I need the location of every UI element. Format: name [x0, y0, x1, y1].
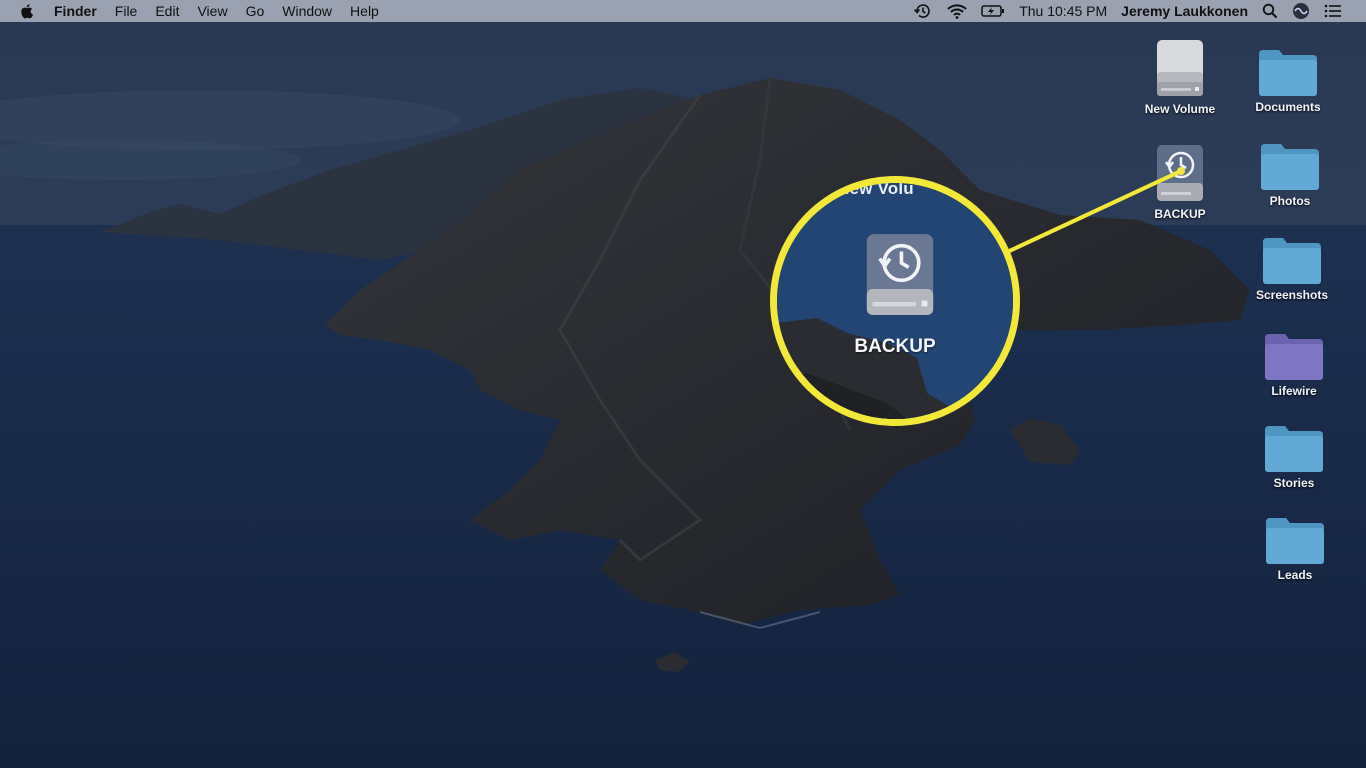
folder-icon — [1265, 334, 1323, 380]
desktop-drive-new-volume[interactable]: New Volume — [1132, 38, 1228, 116]
wifi-icon[interactable] — [947, 3, 967, 19]
time-machine-drive-icon — [1157, 145, 1203, 201]
menu-help[interactable]: Help — [350, 3, 379, 19]
drive-label: New Volume — [1144, 102, 1216, 116]
callout-backup-label: BACKUP — [854, 336, 936, 357]
drive-icon — [1157, 40, 1203, 96]
callout-partial-label: New Volu — [837, 183, 914, 198]
menubar-clock[interactable]: Thu 10:45 PM — [1019, 3, 1107, 19]
desktop-folder-leads[interactable]: Leads — [1247, 514, 1343, 582]
menu-bar: Finder File Edit View Go Window Help Thu… — [0, 0, 1366, 22]
time-machine-icon[interactable] — [913, 3, 933, 19]
folder-icon — [1266, 518, 1324, 564]
desktop-folder-documents[interactable]: Documents — [1240, 46, 1336, 114]
magnified-callout: New Volu BACKUP — [777, 183, 1013, 419]
notification-center-icon[interactable] — [1324, 4, 1342, 18]
folder-icon — [1259, 50, 1317, 96]
desktop-folder-lifewire[interactable]: Lifewire — [1246, 330, 1342, 398]
siri-icon[interactable] — [1292, 2, 1310, 20]
desktop-folder-stories[interactable]: Stories — [1246, 422, 1342, 490]
menu-window[interactable]: Window — [282, 3, 332, 19]
folder-icon — [1261, 144, 1319, 190]
menu-app-finder[interactable]: Finder — [54, 3, 97, 19]
desktop-folder-screenshots[interactable]: Screenshots — [1244, 234, 1340, 302]
menu-go[interactable]: Go — [246, 3, 265, 19]
drive-label: BACKUP — [1154, 207, 1206, 221]
time-machine-drive-icon — [866, 234, 934, 315]
desktop-drive-backup[interactable]: BACKUP — [1132, 143, 1228, 221]
folder-label: Documents — [1255, 100, 1321, 114]
folder-label: Lifewire — [1271, 384, 1317, 398]
apple-menu-icon[interactable] — [20, 3, 34, 19]
menu-view[interactable]: View — [197, 3, 227, 19]
folder-icon — [1265, 426, 1323, 472]
folder-label: Photos — [1269, 194, 1311, 208]
menu-edit[interactable]: Edit — [155, 3, 179, 19]
folder-label: Stories — [1273, 476, 1315, 490]
menubar-user-name[interactable]: Jeremy Laukkonen — [1121, 3, 1248, 19]
desktop-folder-photos[interactable]: Photos — [1242, 140, 1338, 208]
folder-icon — [1263, 238, 1321, 284]
folder-label: Screenshots — [1255, 288, 1329, 302]
menu-file[interactable]: File — [115, 3, 138, 19]
folder-label: Leads — [1277, 568, 1313, 582]
battery-charging-icon[interactable] — [981, 4, 1005, 18]
search-icon[interactable] — [1262, 3, 1278, 19]
